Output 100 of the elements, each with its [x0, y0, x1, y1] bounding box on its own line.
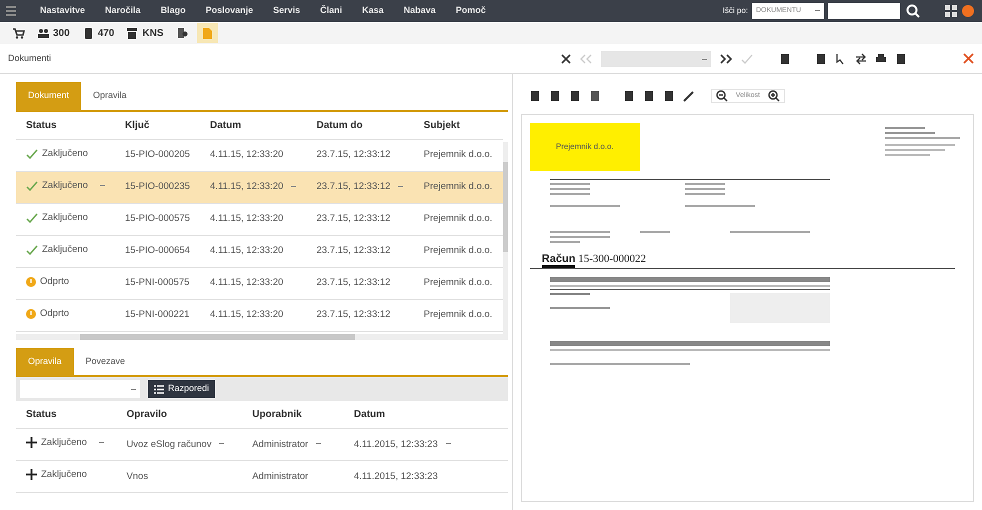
table-cell: 23.7.15, 12:33:12 — [316, 245, 390, 256]
table-cell: 15-PIO-000205 — [124, 149, 190, 160]
tab[interactable]: Povezave — [74, 348, 138, 375]
toolbar-button[interactable]: KNS — [122, 23, 168, 43]
menu-item[interactable]: Člani — [310, 4, 352, 18]
invoice-title: Račun — [542, 253, 576, 268]
table-cell: Prejemnik d.o.o. — [424, 213, 492, 224]
status-text: Zaključeno — [42, 180, 88, 192]
table-cell: 4.11.15, 12:33:20 — [210, 277, 284, 288]
status-text: Zaključeno — [42, 212, 88, 224]
table-cell: 15-PIO-000235 — [124, 181, 190, 192]
last-icon[interactable] — [719, 54, 733, 64]
search-icon[interactable] — [904, 3, 922, 19]
column-header[interactable]: Opravilo — [116, 401, 242, 428]
status-text: Odprto — [40, 276, 70, 288]
menu-item[interactable]: Nastavitve — [30, 4, 96, 18]
warning-icon — [26, 308, 36, 318]
scrollbar[interactable] — [502, 142, 508, 334]
caret-icon[interactable] — [219, 443, 224, 444]
table-cell: 23.7.15, 12:33:12 — [316, 181, 390, 192]
menu-item[interactable]: Naročila — [95, 4, 151, 18]
invoice-number: 15-300-000022 — [578, 253, 646, 265]
toolbar-button[interactable]: 470 — [78, 23, 118, 43]
status-text: Zaključeno — [42, 148, 88, 160]
check-icon — [26, 244, 38, 254]
table-cell: 4.11.15, 12:33:20 — [210, 245, 284, 256]
menu-item[interactable]: Blago — [150, 4, 196, 18]
column-header[interactable]: Ključ — [114, 112, 200, 139]
menu-item[interactable]: Pomoč — [446, 4, 496, 18]
check-icon — [26, 148, 38, 158]
column-header[interactable]: Datum do — [306, 112, 414, 139]
plus-icon — [26, 437, 37, 448]
status-text: Zaključeno — [41, 436, 87, 449]
table-cell: 4.11.15, 12:33:20 — [210, 149, 284, 160]
search-label: Išči po: — [722, 5, 748, 17]
table-cell: Vnos — [126, 470, 148, 482]
check-icon — [26, 180, 38, 190]
caret-icon[interactable] — [446, 443, 451, 444]
column-header[interactable]: Uporabnik — [242, 401, 344, 428]
table-cell: 15-PIO-000575 — [124, 213, 190, 224]
table-cell: 15-PNI-000575 — [124, 277, 190, 288]
plus-icon — [26, 469, 37, 480]
register-icon — [126, 26, 140, 40]
column-header[interactable]: Subjekt — [414, 112, 503, 139]
table-cell: 23.7.15, 12:33:12 — [316, 277, 390, 288]
check-icon — [26, 212, 38, 222]
caret-icon[interactable] — [98, 442, 104, 444]
table-cell: 23.7.15, 12:33:12 — [316, 309, 390, 320]
list-icon — [154, 384, 164, 394]
column-header[interactable]: Status — [16, 112, 115, 139]
notification-icon[interactable] — [962, 5, 974, 17]
table-cell: 4.11.2015, 12:33:23 — [354, 438, 438, 450]
print-icon[interactable] — [875, 52, 887, 64]
grid-icon[interactable] — [944, 4, 958, 18]
search-field[interactable] — [828, 3, 900, 19]
table-cell: Uvoz eSlog računov — [126, 438, 212, 450]
table-cell: 15-PNI-000221 — [124, 309, 190, 320]
status-text: Odprto — [40, 308, 70, 320]
tab[interactable]: Opravila — [81, 82, 139, 110]
caret-icon[interactable] — [291, 186, 296, 187]
stamp: Prejemnik d.o.o. — [530, 123, 640, 171]
close-icon[interactable] — [561, 54, 571, 64]
zoom-out-icon[interactable] — [716, 90, 728, 102]
menu-item[interactable]: Servis — [263, 4, 310, 18]
table-cell: Prejemnik d.o.o. — [424, 277, 492, 288]
people-icon — [37, 26, 50, 40]
table-cell: Administrator — [252, 470, 308, 482]
column-header[interactable]: Datum — [344, 401, 508, 428]
horizontal-scrollbar[interactable] — [16, 334, 508, 340]
menu-item[interactable]: Poslovanje — [196, 4, 264, 18]
table-cell: 4.11.15, 12:33:20 — [210, 181, 284, 192]
status-text: Zaključeno — [42, 244, 88, 256]
table-cell: 4.11.2015, 12:33:23 — [354, 470, 438, 482]
toolbar-button[interactable]: 300 — [33, 23, 74, 43]
column-header[interactable]: Datum — [200, 112, 306, 139]
arrange-button[interactable]: Razporedi — [148, 380, 216, 398]
table-cell: Administrator — [252, 438, 308, 450]
table-cell: Prejemnik d.o.o. — [424, 309, 492, 320]
table-cell: 15-PIO-000654 — [124, 245, 190, 256]
file-icon — [200, 26, 214, 40]
table-cell: 4.11.15, 12:33:20 — [210, 309, 284, 320]
pen-icon[interactable] — [682, 90, 695, 102]
table-cell: 23.7.15, 12:33:12 — [316, 213, 390, 224]
status-text: Zaključeno — [41, 468, 87, 481]
caret-icon[interactable] — [316, 443, 322, 444]
menu-item[interactable]: Kasa — [352, 4, 394, 18]
table-cell: 4.11.15, 12:33:20 — [210, 213, 284, 224]
warning-icon — [26, 276, 36, 286]
table-cell: Prejemnik d.o.o. — [424, 181, 492, 192]
contacts-icon — [176, 26, 188, 40]
table-cell: Prejemnik d.o.o. — [424, 245, 492, 256]
zoom-in-icon[interactable] — [768, 90, 780, 102]
section-title: Dokumenti — [8, 52, 52, 65]
column-header[interactable]: Status — [16, 401, 116, 428]
caret-icon[interactable] — [100, 185, 105, 186]
caret-icon[interactable] — [398, 186, 404, 187]
menu-item[interactable]: Nabava — [394, 4, 446, 18]
transfer-icon[interactable] — [855, 52, 867, 64]
table-cell: 23.7.15, 12:33:12 — [316, 149, 390, 160]
cart-icon — [12, 26, 25, 40]
